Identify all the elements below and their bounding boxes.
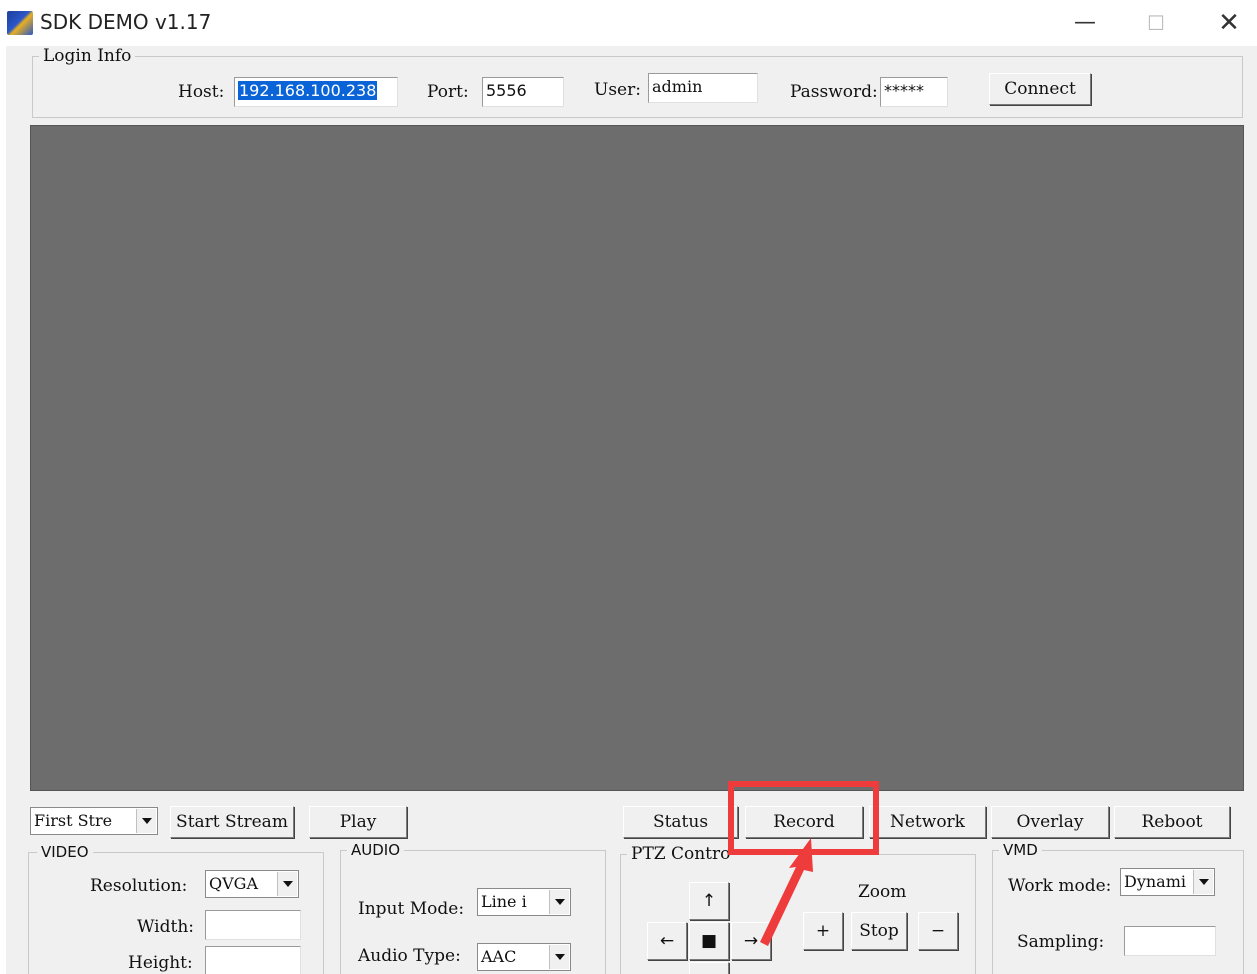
zoom-out-button[interactable]: −	[918, 912, 958, 950]
zoom-label: Zoom	[858, 882, 907, 902]
password-label: Password:	[790, 82, 878, 102]
input-mode-value: Line i	[481, 892, 527, 911]
ptz-legend: PTZ Contro	[627, 844, 735, 864]
work-mode-select[interactable]: Dynami	[1120, 868, 1215, 896]
close-button[interactable]: ✕	[1206, 6, 1252, 40]
window-title: SDK DEMO v1.17	[40, 10, 212, 34]
audio-legend: AUDIO	[347, 840, 405, 860]
ptz-right-button[interactable]: →	[731, 922, 771, 960]
app-logo-icon	[7, 11, 33, 35]
title-bar: SDK DEMO v1.17 — ☐ ✕	[0, 0, 1257, 46]
stream-select[interactable]: First Stre	[30, 807, 158, 835]
zoom-stop-button[interactable]: Stop	[851, 912, 907, 950]
resolution-label: Resolution:	[90, 876, 188, 896]
chevron-down-icon[interactable]	[136, 809, 156, 833]
work-mode-value: Dynami	[1124, 872, 1186, 891]
port-field[interactable]: 5556	[482, 77, 564, 107]
login-info-legend: Login Info	[39, 46, 136, 66]
work-mode-label: Work mode:	[1008, 876, 1112, 896]
chevron-down-icon[interactable]	[549, 890, 569, 914]
height-label: Height:	[128, 953, 193, 973]
zoom-in-button[interactable]: +	[803, 912, 843, 950]
host-label: Host:	[178, 82, 225, 102]
network-button[interactable]: Network	[869, 806, 986, 838]
video-legend: VIDEO	[37, 842, 93, 862]
width-label: Width:	[137, 917, 195, 937]
chevron-down-icon[interactable]	[1193, 870, 1213, 894]
vmd-legend: VMD	[999, 840, 1042, 860]
host-value: 192.168.100.238	[238, 81, 378, 100]
audio-type-value: AAC	[481, 947, 517, 966]
width-field[interactable]	[205, 910, 301, 940]
maximize-button[interactable]: ☐	[1133, 6, 1179, 40]
host-field[interactable]: 192.168.100.238	[234, 77, 398, 107]
status-button[interactable]: Status	[623, 806, 738, 838]
ptz-up-button[interactable]: ↑	[689, 882, 729, 920]
height-field[interactable]	[205, 946, 301, 974]
stream-select-value: First Stre	[34, 811, 113, 830]
resolution-select[interactable]: QVGA	[205, 870, 299, 898]
chevron-down-icon[interactable]	[549, 945, 569, 969]
video-display	[30, 125, 1244, 791]
ptz-stop-button[interactable]: ■	[689, 922, 729, 960]
play-button[interactable]: Play	[309, 806, 407, 838]
sampling-field[interactable]	[1124, 926, 1216, 956]
minimize-button[interactable]: —	[1062, 6, 1108, 40]
password-field[interactable]: *****	[880, 77, 948, 107]
sampling-label: Sampling:	[1017, 932, 1105, 952]
chevron-down-icon[interactable]	[277, 872, 297, 896]
input-mode-label: Input Mode:	[358, 899, 465, 919]
port-label: Port:	[427, 82, 469, 102]
input-mode-select[interactable]: Line i	[477, 888, 571, 916]
overlay-button[interactable]: Overlay	[991, 806, 1109, 838]
user-label: User:	[594, 80, 641, 100]
record-button[interactable]: Record	[745, 806, 863, 838]
start-stream-button[interactable]: Start Stream	[170, 806, 294, 838]
reboot-button[interactable]: Reboot	[1114, 806, 1230, 838]
ptz-left-button[interactable]: ←	[647, 922, 687, 960]
audio-type-select[interactable]: AAC	[477, 943, 571, 971]
ptz-down-button[interactable]	[689, 962, 729, 974]
resolution-value: QVGA	[209, 874, 259, 893]
audio-type-label: Audio Type:	[358, 946, 461, 966]
user-field[interactable]: admin	[648, 73, 758, 103]
connect-button[interactable]: Connect	[989, 73, 1091, 105]
